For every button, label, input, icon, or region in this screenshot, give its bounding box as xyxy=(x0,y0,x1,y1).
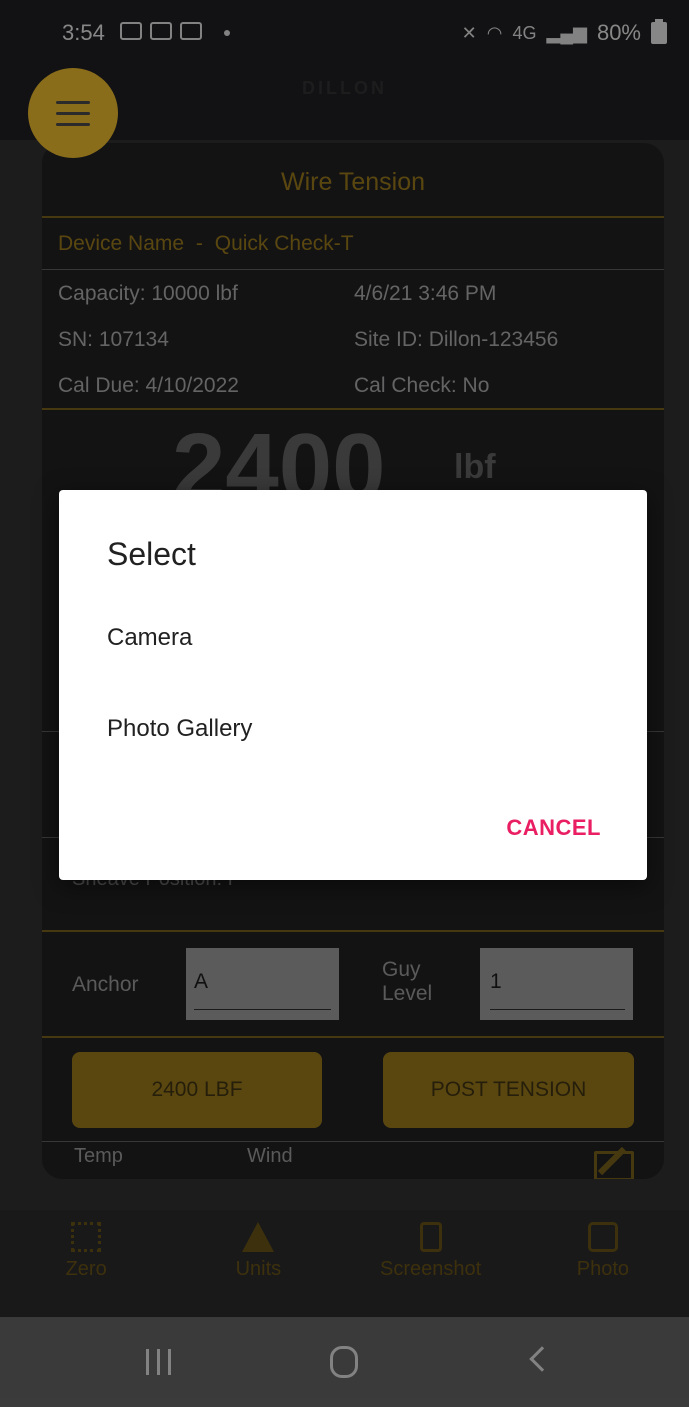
hamburger-menu-button[interactable] xyxy=(28,68,118,158)
option-camera[interactable]: Camera xyxy=(107,624,192,652)
cancel-button[interactable]: CANCEL xyxy=(506,815,601,841)
menu-bar xyxy=(56,101,90,104)
app-screen: 3:54 ✕ ◠ 4G ▂▄▆ 80% DILLON Wire Tension … xyxy=(0,0,689,1407)
option-photo-gallery[interactable]: Photo Gallery xyxy=(107,715,252,743)
select-dialog: Select Camera Photo Gallery CANCEL xyxy=(59,490,647,880)
menu-bar xyxy=(56,123,90,126)
dialog-title: Select xyxy=(107,536,196,572)
menu-bar xyxy=(56,112,90,115)
